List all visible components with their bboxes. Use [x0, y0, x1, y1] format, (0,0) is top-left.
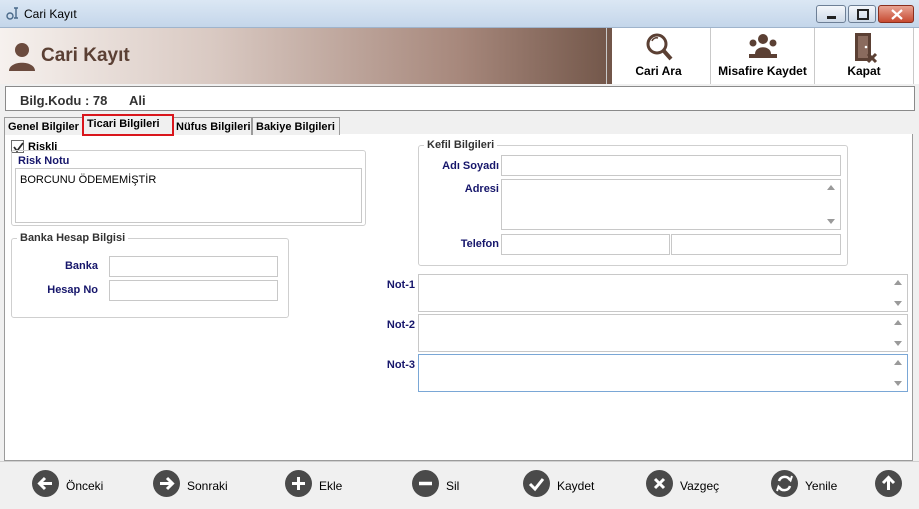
not-1-textarea[interactable]	[418, 274, 908, 312]
vazgec-button[interactable]: Vazgeç	[646, 470, 726, 500]
ekle-label: Ekle	[319, 479, 343, 493]
not-2-textarea[interactable]	[418, 314, 908, 352]
not-3-textarea[interactable]	[418, 354, 908, 392]
user-icon	[9, 43, 35, 71]
users-icon	[748, 34, 777, 58]
minus-icon	[419, 481, 432, 486]
arrow-up-icon	[881, 475, 896, 490]
banka-hesap-title: Banka Hesap Bilgisi	[17, 232, 129, 244]
exit-door-icon	[855, 33, 878, 64]
adi-soyadi-input[interactable]	[501, 155, 841, 176]
cari-ara-button[interactable]: Cari Ara	[606, 28, 710, 84]
risk-notu-value: BORCUNU ÖDEMEMİŞTİR	[20, 174, 157, 186]
not-2-scrollbar[interactable]	[891, 315, 907, 351]
tab-bakiye-bilgileri[interactable]: Bakiye Bilgileri	[252, 117, 340, 135]
kapat-label: Kapat	[847, 64, 881, 78]
risk-notu-textarea[interactable]: BORCUNU ÖDEMEMİŞTİR	[15, 168, 362, 223]
not-3-label: Not-3	[386, 359, 415, 371]
sil-label: Sil	[446, 479, 460, 493]
adresi-scrollbar[interactable]	[824, 180, 840, 229]
yenile-label: Yenile	[805, 479, 838, 493]
refresh-icon	[776, 475, 793, 492]
not-1-scrollbar[interactable]	[891, 275, 907, 311]
minimize-icon	[827, 16, 836, 19]
window-titlebar: Cari Kayıt	[0, 0, 919, 28]
record-name: Ali	[129, 93, 146, 108]
not-3-scrollbar[interactable]	[891, 355, 907, 391]
hesap-no-label: Hesap No	[47, 284, 98, 296]
check-icon	[528, 478, 545, 492]
telefon-label: Telefon	[460, 238, 499, 250]
onceki-button[interactable]: Önceki	[32, 470, 112, 500]
maximize-button[interactable]	[848, 5, 876, 23]
minimize-button[interactable]	[816, 5, 846, 23]
page-header: Cari Kayıt Cari Ara Misafire Kaydet Kapa…	[0, 28, 919, 84]
scroll-top-button[interactable]	[875, 470, 902, 500]
adi-soyadi-label: Adı Soyadı	[442, 160, 499, 172]
x-icon	[653, 477, 666, 490]
ekle-button[interactable]: Ekle	[285, 470, 355, 500]
arrow-left-icon	[37, 476, 52, 491]
sonraki-label: Sonraki	[187, 479, 228, 493]
record-code: Bilg.Kodu : 78	[20, 93, 108, 108]
cari-ara-label: Cari Ara	[635, 64, 682, 78]
telefon-2-input[interactable]	[671, 234, 841, 255]
sil-button[interactable]: Sil	[412, 470, 472, 500]
record-info-bar: Bilg.Kodu : 78 Ali	[5, 86, 915, 111]
tab-genel-bilgiler[interactable]: Genel Bilgiler	[4, 117, 84, 135]
hesap-no-input[interactable]	[109, 280, 278, 301]
search-icon	[646, 33, 672, 61]
kaydet-button[interactable]: Kaydet	[523, 470, 603, 500]
adresi-textarea[interactable]	[501, 179, 841, 230]
not-2-label: Not-2	[386, 319, 415, 331]
plus-icon	[292, 477, 305, 490]
sonraki-button[interactable]: Sonraki	[153, 470, 233, 500]
arrow-right-icon	[160, 476, 175, 491]
kaydet-label: Kaydet	[557, 479, 595, 493]
kefil-title: Kefil Bilgileri	[424, 139, 498, 151]
banka-input[interactable]	[109, 256, 278, 277]
tab-nufus-bilgileri[interactable]: Nüfus Bilgileri	[172, 117, 252, 135]
app-icon	[6, 7, 18, 20]
tab-ticari-bilgileri[interactable]: Ticari Bilgileri	[82, 114, 174, 136]
banka-label: Banka	[64, 260, 98, 272]
vazgec-label: Vazgeç	[680, 479, 720, 493]
misafire-kaydet-label: Misafire Kaydet	[718, 64, 807, 78]
banka-hesap-group	[11, 238, 289, 318]
onceki-label: Önceki	[66, 479, 104, 493]
risk-notu-label: Risk Notu	[18, 155, 70, 167]
page-title: Cari Kayıt	[41, 45, 130, 66]
kapat-button[interactable]: Kapat	[814, 28, 914, 84]
adresi-label: Adresi	[464, 183, 499, 195]
close-window-button[interactable]	[878, 5, 914, 23]
yenile-button[interactable]: Yenile	[771, 470, 851, 500]
close-icon	[891, 9, 903, 20]
not-1-label: Not-1	[386, 279, 415, 291]
misafire-kaydet-button[interactable]: Misafire Kaydet	[710, 28, 814, 84]
window-title: Cari Kayıt	[24, 7, 77, 21]
telefon-1-input[interactable]	[501, 234, 670, 255]
bottom-toolbar: Önceki Sonraki Ekle Sil Kaydet Vazgeç Ye…	[0, 461, 919, 509]
maximize-icon	[857, 9, 869, 20]
